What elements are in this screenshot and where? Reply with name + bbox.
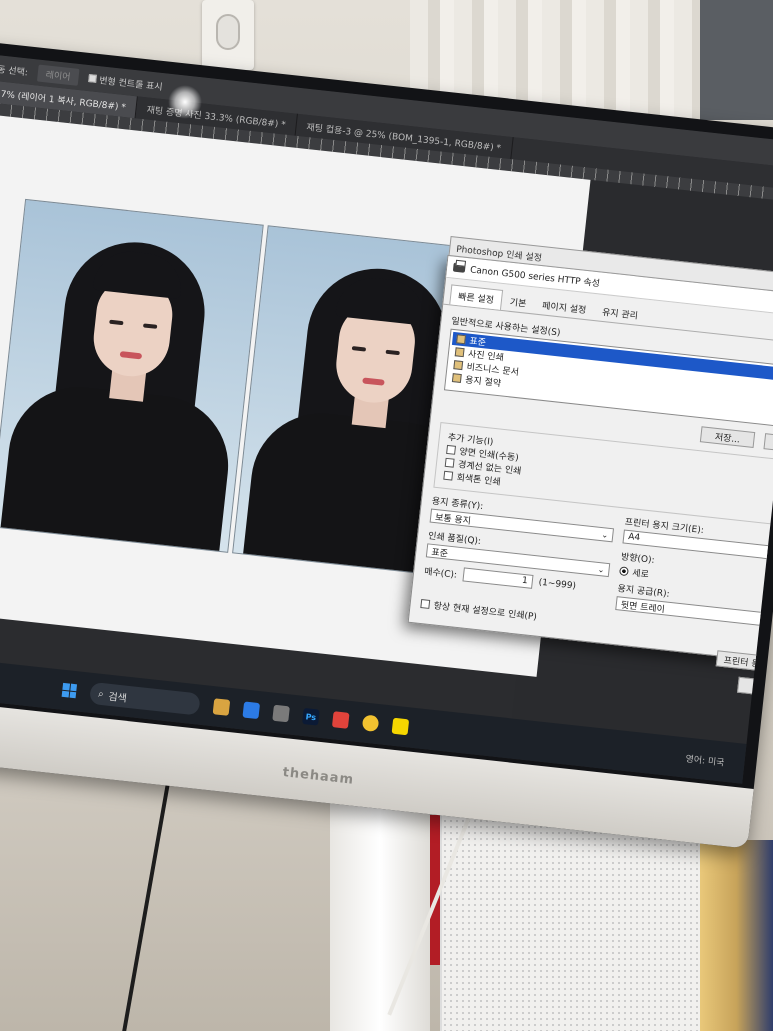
layer-dropdown[interactable]: 레이어 bbox=[36, 64, 80, 86]
preset-icon bbox=[456, 334, 467, 345]
input-language[interactable]: 영어: 미국 bbox=[685, 751, 725, 768]
radio-icon bbox=[618, 566, 629, 577]
save-button[interactable]: 저장... bbox=[699, 426, 756, 449]
search-icon: ⌕ bbox=[97, 688, 105, 700]
monitor-brand-logo: thehaam bbox=[281, 765, 355, 788]
id-photo-left bbox=[0, 198, 264, 553]
delete-button[interactable]: 삭제 bbox=[763, 433, 773, 455]
preset-label: 용지 절약 bbox=[464, 375, 502, 390]
preset-icon bbox=[453, 360, 464, 371]
paper-size-value: A4 bbox=[627, 532, 641, 544]
quality-value: 표준 bbox=[430, 547, 449, 560]
wall-outlet bbox=[202, 0, 254, 70]
kakao-app-icon[interactable] bbox=[391, 717, 410, 736]
store-app-icon[interactable] bbox=[272, 704, 290, 723]
photo-scene: 자동 선택: 레이어 변형 컨트롤 표시 66.7% (레이어 1 복사, RG… bbox=[0, 0, 773, 1031]
edge-app-icon[interactable] bbox=[242, 701, 261, 720]
copies-label: 매수(C): bbox=[423, 566, 458, 581]
black-shirt bbox=[0, 380, 236, 553]
copies-range: (1~999) bbox=[538, 577, 577, 592]
checkbox-icon bbox=[88, 74, 97, 83]
hanging-cloth bbox=[700, 840, 773, 1031]
monitor-stand bbox=[330, 790, 430, 1031]
folder-app-icon[interactable] bbox=[212, 698, 231, 716]
monitor-screen: 자동 선택: 레이어 변형 컨트롤 표시 66.7% (레이어 1 복사, RG… bbox=[0, 53, 773, 784]
ceiling-light-glare bbox=[168, 85, 202, 119]
printer-icon bbox=[452, 262, 466, 273]
media-app-icon[interactable] bbox=[331, 711, 350, 729]
transform-controls-label: 변형 컨트롤 표시 bbox=[98, 75, 164, 93]
dark-wall bbox=[700, 0, 773, 120]
plug bbox=[216, 14, 240, 50]
copies-input[interactable]: 1 bbox=[462, 567, 534, 589]
tab-page-setup[interactable]: 페이지 설정 bbox=[533, 294, 595, 320]
copies-value: 1 bbox=[521, 575, 529, 587]
right-column: 프린터 용지 크기(E): A4 방향(O): 세로 용지 공급(R): 뒷면 … bbox=[615, 515, 773, 630]
auto-select-label: 자동 선택: bbox=[0, 63, 29, 78]
transform-controls-check[interactable]: 변형 컨트롤 표시 bbox=[88, 72, 164, 93]
media-type-value: 보통 용지 bbox=[434, 512, 472, 527]
search-label: 검색 bbox=[107, 691, 128, 705]
chrome-app-icon[interactable] bbox=[361, 714, 380, 733]
print-properties-dialog: Photoshop 인쇄 설정 Canon G500 series HTTP 속… bbox=[407, 236, 773, 699]
tab-quick-setup[interactable]: 빠른 설정 bbox=[449, 284, 504, 310]
photoshop-app-icon[interactable]: Ps bbox=[302, 707, 320, 726]
monitor: 자동 선택: 레이어 변형 컨트롤 표시 66.7% (레이어 1 복사, RG… bbox=[0, 40, 773, 849]
orientation-value: 세로 bbox=[631, 568, 650, 581]
ok-button[interactable]: 확인 bbox=[737, 676, 773, 699]
taskbar-search[interactable]: ⌕ 검색 bbox=[89, 681, 201, 716]
tab-maintenance[interactable]: 유지 관리 bbox=[593, 300, 647, 325]
left-column: 용지 종류(Y): 보통 용지 인쇄 품질(Q): 표준 매수(C): 1 (1… bbox=[422, 494, 615, 609]
windows-start-icon[interactable] bbox=[61, 682, 78, 699]
checkbox-icon bbox=[444, 457, 455, 468]
preset-icon bbox=[454, 347, 465, 358]
preset-icon bbox=[451, 373, 462, 384]
checkbox-icon bbox=[446, 444, 457, 455]
checkbox-icon bbox=[420, 599, 431, 609]
tab-main[interactable]: 기본 bbox=[501, 290, 536, 313]
paper-source-value: 뒷면 트레이 bbox=[620, 600, 666, 615]
checkbox-icon bbox=[443, 470, 454, 481]
